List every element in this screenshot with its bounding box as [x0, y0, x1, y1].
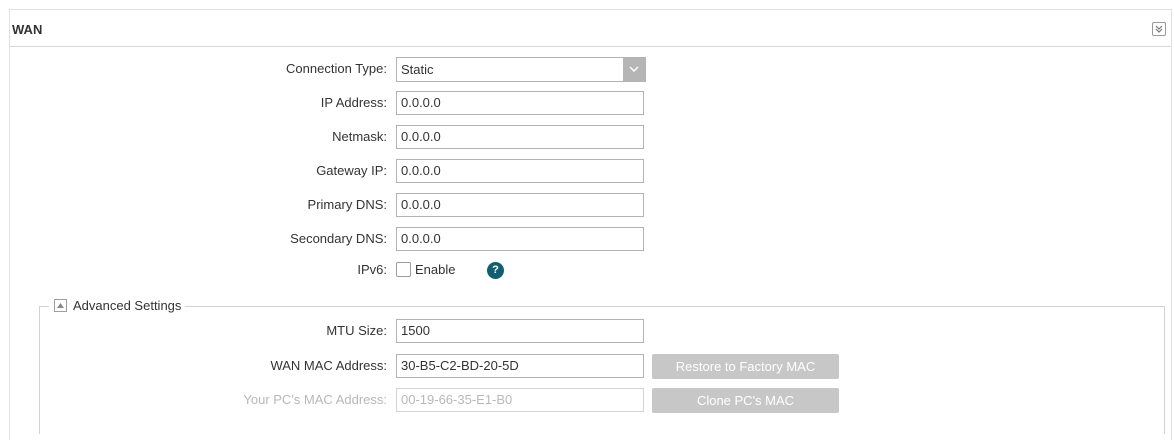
connection-type-value: Static [401, 62, 434, 77]
gateway-ip-label: Gateway IP: [316, 163, 387, 178]
connection-type-select[interactable]: Static [396, 57, 646, 82]
pc-mac-label: Your PC's MAC Address: [243, 392, 387, 407]
gateway-ip-input[interactable]: 0.0.0.0 [396, 159, 644, 183]
panel-title: WAN [12, 22, 43, 37]
pc-mac-input: 00-19-66-35-E1-B0 [396, 388, 644, 412]
advanced-settings-title: Advanced Settings [73, 298, 182, 313]
collapse-up-icon[interactable] [54, 299, 67, 312]
primary-dns-input[interactable]: 0.0.0.0 [396, 193, 644, 217]
ipv6-label: IPv6: [357, 262, 387, 277]
panel-header: WAN [10, 10, 1171, 47]
netmask-input[interactable]: 0.0.0.0 [396, 125, 644, 149]
ip-address-label: IP Address: [320, 95, 387, 110]
clone-pc-mac-button[interactable]: Clone PC's MAC [652, 388, 839, 413]
chevron-down-icon[interactable] [623, 58, 645, 81]
help-icon[interactable]: ? [487, 262, 504, 279]
secondary-dns-input[interactable]: 0.0.0.0 [396, 227, 644, 251]
ipv6-enable-checkbox[interactable] [396, 262, 411, 277]
mtu-size-label: MTU Size: [326, 323, 387, 338]
connection-type-label: Connection Type: [286, 61, 387, 76]
wan-mac-label: WAN MAC Address: [270, 358, 387, 373]
ipv6-enable-label[interactable]: Enable [415, 258, 455, 282]
netmask-label: Netmask: [332, 129, 387, 144]
secondary-dns-label: Secondary DNS: [290, 231, 387, 246]
primary-dns-label: Primary DNS: [307, 197, 387, 212]
ip-address-input[interactable]: 0.0.0.0 [396, 91, 644, 115]
restore-factory-mac-button[interactable]: Restore to Factory MAC [652, 354, 839, 379]
advanced-settings-legend[interactable]: Advanced Settings [49, 297, 186, 315]
mtu-size-input[interactable]: 1500 [396, 319, 644, 343]
wan-mac-input[interactable]: 30-B5-C2-BD-20-5D [396, 354, 644, 378]
collapse-panel-icon[interactable] [1152, 22, 1166, 36]
